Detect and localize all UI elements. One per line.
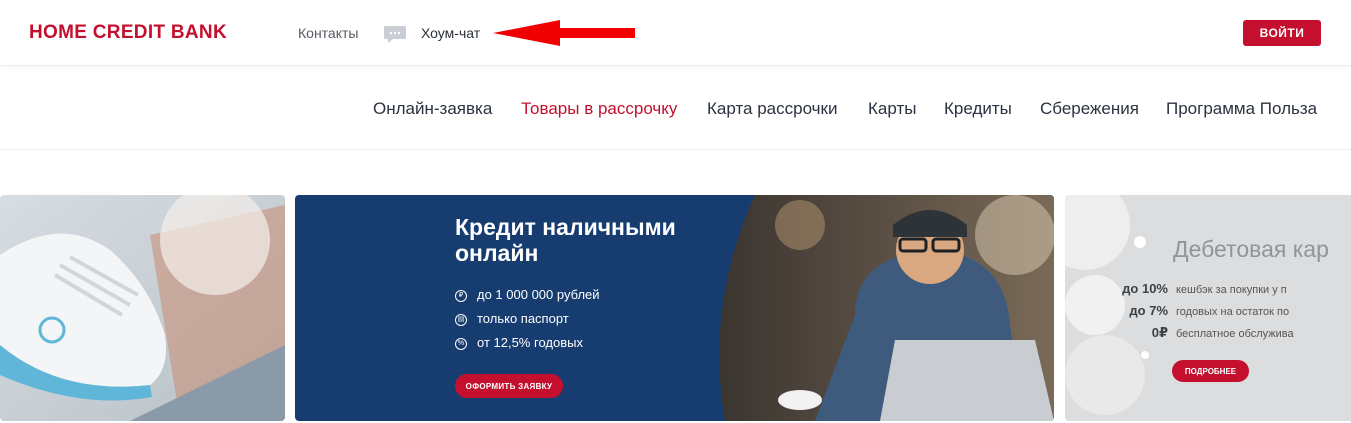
- promo-banner-installment[interactable]: [0, 195, 285, 421]
- interest-row: до 7% годовых на остаток по: [1129, 303, 1290, 318]
- more-details-button[interactable]: ПОДРОБНЕЕ: [1172, 360, 1249, 382]
- bullet-amount: ₽ до 1 000 000 рублей: [455, 287, 600, 302]
- debit-card-title: Дебетовая кар: [1173, 236, 1329, 262]
- home-chat-link[interactable]: Хоум-чат: [421, 25, 480, 41]
- nav-item-cards[interactable]: Карты: [868, 99, 916, 119]
- passport-icon: ▤: [455, 313, 467, 326]
- chat-bubble-icon[interactable]: [383, 25, 407, 44]
- bullet-rate: % от 12,5% годовых: [455, 335, 583, 350]
- percent-icon: %: [455, 337, 467, 350]
- nav-item-online-application[interactable]: Онлайн-заявка: [373, 99, 492, 119]
- promo-banner-debit-card[interactable]: Дебетовая кар до 10% кешбэк за покупки у …: [1065, 195, 1351, 421]
- promo-banner-cash-loan[interactable]: Кредит наличными онлайн ₽ до 1 000 000 ру…: [295, 195, 1054, 421]
- bank-logo[interactable]: HOME CREDIT BANK: [29, 22, 227, 44]
- red-arrow-annotation: [493, 20, 635, 46]
- main-nav: Онлайн-заявка Товары в рассрочку Карта р…: [0, 66, 1351, 150]
- nav-item-installment-card[interactable]: Карта рассрочки: [707, 99, 837, 119]
- nav-item-benefit-program[interactable]: Программа Польза: [1166, 99, 1317, 119]
- cashback-row: до 10% кешбэк за покупки у п: [1122, 281, 1287, 296]
- top-bar: HOME CREDIT BANK Контакты Хоум-чат ВОЙТИ: [0, 0, 1351, 66]
- nav-item-installment-goods[interactable]: Товары в рассрочку: [521, 99, 677, 119]
- cash-loan-title: Кредит наличными онлайн: [455, 214, 676, 266]
- contacts-link[interactable]: Контакты: [298, 25, 358, 41]
- nav-item-savings[interactable]: Сбережения: [1040, 99, 1139, 119]
- sneaker-image: [0, 195, 285, 421]
- free-service-row: 0₽ бесплатное обслужива: [1151, 325, 1294, 340]
- bullet-passport: ▤ только паспорт: [455, 311, 569, 326]
- login-button[interactable]: ВОЙТИ: [1243, 20, 1321, 46]
- ruble-icon: ₽: [455, 289, 467, 302]
- apply-button[interactable]: ОФОРМИТЬ ЗАЯВКУ: [455, 374, 563, 398]
- nav-item-credits[interactable]: Кредиты: [944, 99, 1012, 119]
